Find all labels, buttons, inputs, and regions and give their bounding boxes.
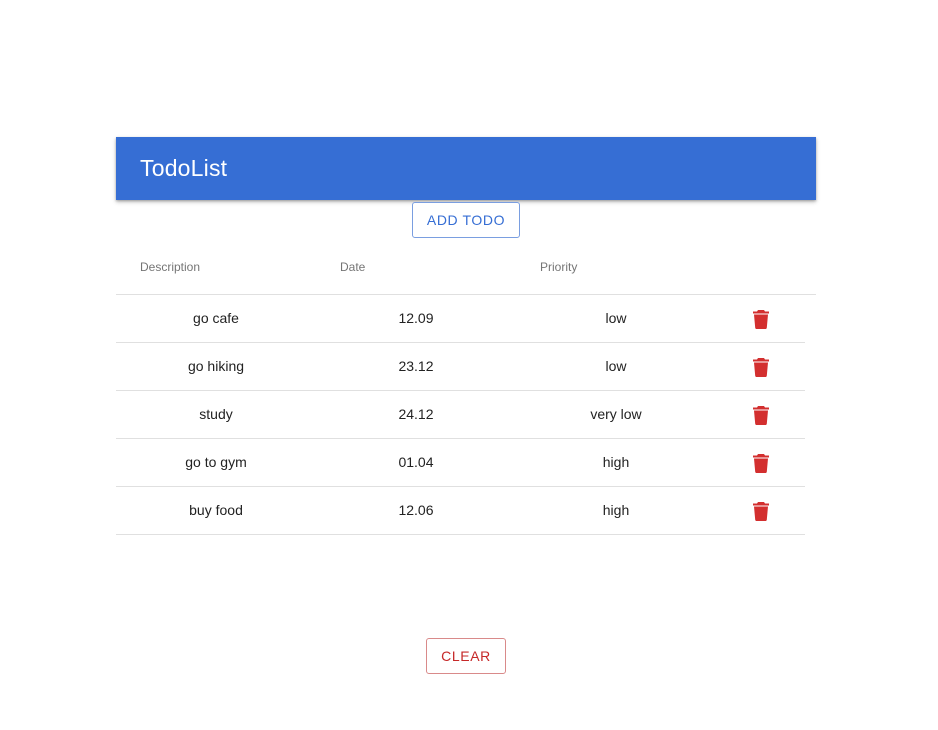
cell-priority: low bbox=[605, 310, 627, 326]
cell-priority: high bbox=[602, 502, 630, 518]
trash-icon bbox=[753, 453, 769, 473]
table-row: go to gym 01.04 high bbox=[116, 439, 805, 487]
delete-button[interactable] bbox=[750, 404, 772, 426]
add-todo-button[interactable]: ADD TODO bbox=[412, 202, 520, 238]
column-header-date[interactable]: Date bbox=[340, 260, 365, 274]
column-header-description[interactable]: Description bbox=[140, 260, 200, 274]
app-bar: TodoList bbox=[116, 137, 816, 200]
cell-date: 23.12 bbox=[398, 358, 434, 374]
cell-description: go to gym bbox=[185, 454, 247, 470]
cell-date: 12.09 bbox=[398, 310, 434, 326]
trash-icon bbox=[753, 405, 769, 425]
table-header: Description Date Priority bbox=[116, 248, 816, 295]
delete-button[interactable] bbox=[750, 356, 772, 378]
app-title: TodoList bbox=[140, 155, 228, 181]
table-row: go hiking 23.12 low bbox=[116, 343, 805, 391]
table-row: study 24.12 very low bbox=[116, 391, 805, 439]
trash-icon bbox=[753, 309, 769, 329]
cell-date: 24.12 bbox=[398, 406, 434, 422]
cell-description: study bbox=[199, 406, 233, 422]
cell-priority: high bbox=[602, 454, 630, 470]
column-header-priority[interactable]: Priority bbox=[540, 260, 577, 274]
cell-description: go hiking bbox=[187, 358, 245, 374]
clear-button[interactable]: CLEAR bbox=[426, 638, 506, 674]
delete-button[interactable] bbox=[750, 500, 772, 522]
todo-table: Description Date Priority go cafe 12.09 … bbox=[116, 248, 816, 535]
cell-description: buy food bbox=[189, 502, 243, 518]
cell-priority: low bbox=[605, 358, 627, 374]
cell-date: 12.06 bbox=[398, 502, 434, 518]
delete-button[interactable] bbox=[750, 308, 772, 330]
cell-description: go cafe bbox=[193, 310, 239, 326]
table-row: go cafe 12.09 low bbox=[116, 295, 805, 343]
cell-date: 01.04 bbox=[398, 454, 434, 470]
cell-priority: very low bbox=[590, 406, 642, 422]
table-row: buy food 12.06 high bbox=[116, 487, 805, 535]
trash-icon bbox=[753, 357, 769, 377]
delete-button[interactable] bbox=[750, 452, 772, 474]
trash-icon bbox=[753, 501, 769, 521]
